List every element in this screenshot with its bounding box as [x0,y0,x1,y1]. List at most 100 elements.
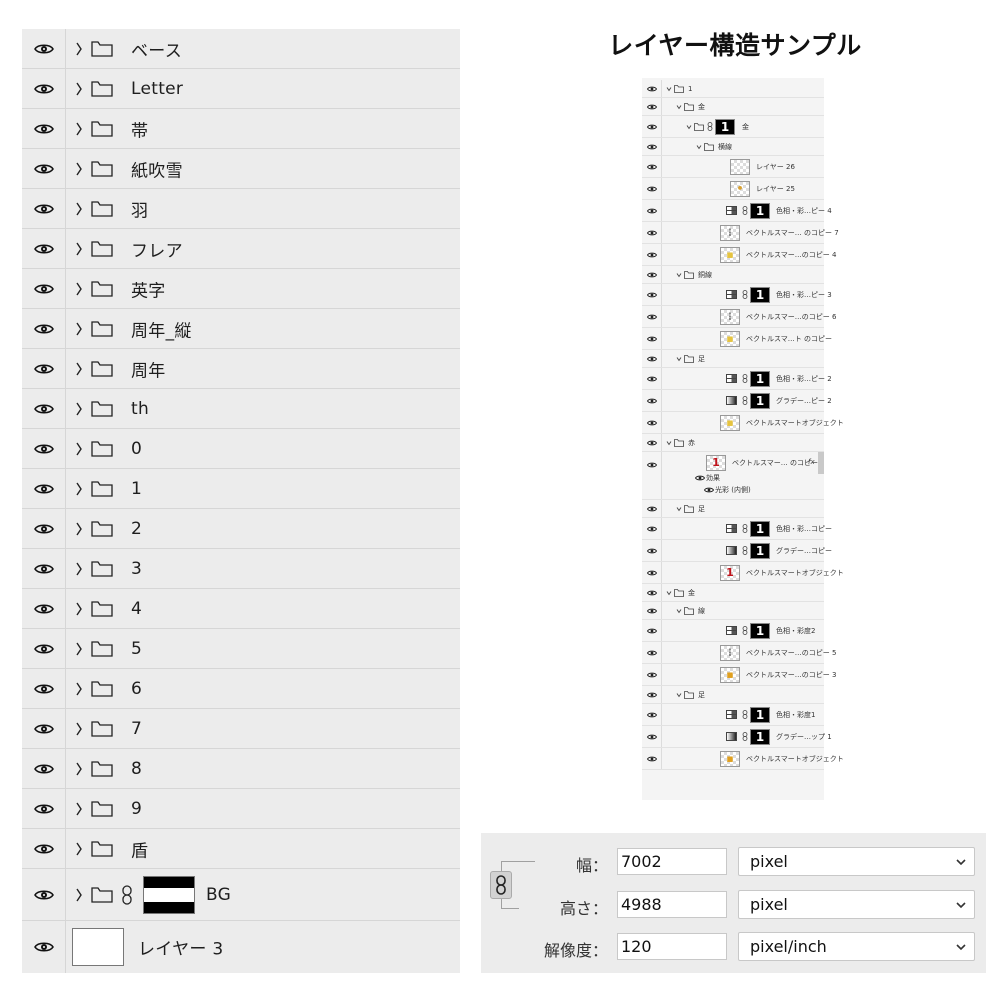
chevron-down-icon[interactable] [666,440,672,446]
chevron-right-icon[interactable] [75,481,83,497]
sample-layer-row[interactable]: 線 [642,602,824,620]
link-icon[interactable] [707,121,713,131]
eye-icon[interactable] [34,763,54,775]
sample-layer-row[interactable]: • レイヤー 25 [642,178,824,200]
eye-icon[interactable] [647,526,657,532]
eye-icon[interactable] [34,243,54,255]
eye-icon[interactable] [34,443,54,455]
visibility-cell[interactable] [22,269,66,308]
eye-icon[interactable] [647,164,657,170]
eye-icon[interactable] [34,683,54,695]
visibility-cell[interactable] [22,749,66,788]
link-icon[interactable] [742,289,748,299]
mask-thumbnail[interactable] [715,118,735,135]
layer-row-last[interactable]: レイヤー 3 [22,921,460,973]
eye-icon[interactable] [647,734,657,740]
chevron-right-icon[interactable] [75,401,83,417]
visibility-cell[interactable] [22,429,66,468]
sample-layer-row[interactable]: レイヤー 26 [642,156,824,178]
sample-layer-row[interactable]: 色相・彩…ピー 3 [642,284,832,306]
visibility-cell[interactable] [22,149,66,188]
chevron-right-icon[interactable] [75,761,83,777]
eye-icon[interactable] [34,323,54,335]
chevron-right-icon[interactable] [75,681,83,697]
eye-icon[interactable] [647,292,657,298]
visibility-cell[interactable] [22,109,66,148]
chevron-down-icon[interactable] [676,104,682,110]
mask-thumbnail[interactable] [750,542,770,559]
chevron-down-icon[interactable] [676,272,682,278]
sample-layer-row[interactable]: ⁝ ベクトルスマー…のコピー 6 [642,306,836,328]
eye-icon[interactable] [704,487,714,493]
layer-row[interactable]: 英字 [22,269,460,309]
chevron-down-icon[interactable] [676,506,682,512]
eye-icon[interactable] [647,570,657,576]
mask-thumbnail[interactable] [750,370,770,387]
width-input[interactable]: 7002 [617,848,727,875]
eye-icon[interactable] [647,230,657,236]
chevron-right-icon[interactable] [75,561,83,577]
eye-icon[interactable] [647,440,657,446]
eye-icon[interactable] [34,203,54,215]
layer-row[interactable]: 4 [22,589,460,629]
eye-icon[interactable] [34,603,54,615]
sample-layer-row[interactable]: 金 [642,98,824,116]
chevron-right-icon[interactable] [75,441,83,457]
chevron-right-icon[interactable] [75,361,83,377]
visibility-cell[interactable] [22,549,66,588]
chevron-down-icon[interactable] [666,86,672,92]
layer-row[interactable]: 8 [22,749,460,789]
eye-icon[interactable] [695,475,705,481]
eye-icon[interactable] [647,650,657,656]
sample-layer-row[interactable]: 色相・彩…ピー 2 [642,368,832,390]
chevron-right-icon[interactable] [75,721,83,737]
layer-row[interactable]: Letter [22,69,460,109]
eye-icon[interactable] [34,941,54,953]
visibility-cell[interactable] [22,389,66,428]
visibility-cell[interactable] [22,829,66,868]
resolution-unit-select[interactable]: pixel/inch [738,932,975,961]
eye-icon[interactable] [647,672,657,678]
mask-thumbnail[interactable] [143,875,195,914]
chevron-down-icon[interactable] [676,356,682,362]
eye-icon[interactable] [647,506,657,512]
link-icon[interactable] [742,731,748,741]
layer-row[interactable]: 5 [22,629,460,669]
eye-icon[interactable] [647,208,657,214]
eye-icon[interactable] [34,803,54,815]
sample-layer-row[interactable]: グラデー…ップ 1 [642,726,832,748]
layer-row[interactable]: 周年 [22,349,460,389]
visibility-cell[interactable] [22,869,66,920]
chevron-down-icon[interactable] [676,692,682,698]
chevron-right-icon[interactable] [75,241,83,257]
layer-row[interactable]: フレア [22,229,460,269]
link-icon[interactable] [742,709,748,719]
eye-icon[interactable] [647,336,657,342]
mask-thumbnail[interactable] [750,202,770,219]
sample-layer-row[interactable]: 色相・彩度2 [642,620,824,642]
sample-layer-row[interactable]: ⁝ ベクトルスマー… のコピー 7 [642,222,839,244]
eye-icon[interactable] [34,363,54,375]
eye-icon[interactable] [647,314,657,320]
sample-layer-row[interactable]: 赤 [642,434,824,452]
sample-layer-row[interactable]: 足 [642,686,824,704]
mask-thumbnail[interactable] [750,286,770,303]
layer-row[interactable]: 0 [22,429,460,469]
chevron-right-icon[interactable] [75,81,83,97]
eye-icon[interactable] [647,590,657,596]
mask-thumbnail[interactable] [750,622,770,639]
height-input[interactable]: 4988 [617,891,727,918]
layer-row[interactable]: 盾 [22,829,460,869]
sample-layer-row[interactable]: 色相・彩…コピー [642,518,832,540]
fx-icon[interactable]: fx [808,458,815,466]
layer-row[interactable]: 6 [22,669,460,709]
eye-icon[interactable] [647,548,657,554]
layer-row[interactable]: 帯 [22,109,460,149]
eye-icon[interactable] [647,376,657,382]
sample-layer-row[interactable]: 足 [642,350,824,368]
chevron-right-icon[interactable] [75,281,83,297]
visibility-cell[interactable] [22,709,66,748]
chevron-right-icon[interactable] [75,601,83,617]
layer-row[interactable]: 周年_縦 [22,309,460,349]
eye-icon[interactable] [647,124,657,130]
